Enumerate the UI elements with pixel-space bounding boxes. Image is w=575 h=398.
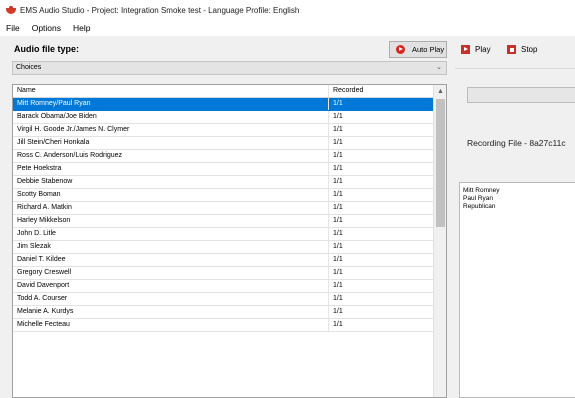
table-row[interactable]: Jim Slezak 1/1 bbox=[13, 241, 434, 254]
table-row[interactable]: Virgil H. Goode Jr./James N. Clymer 1/1 bbox=[13, 124, 434, 137]
cell-name: Scotty Boman bbox=[13, 189, 329, 201]
table-row[interactable]: Mitt Romney/Paul Ryan 1/1 bbox=[13, 98, 434, 111]
cell-name: Todd A. Courser bbox=[13, 293, 329, 305]
cell-recorded: 1/1 bbox=[333, 269, 343, 276]
column-header-name[interactable]: Name bbox=[13, 85, 329, 97]
cell-recorded: 1/1 bbox=[333, 217, 343, 224]
cell-recorded: 1/1 bbox=[333, 165, 343, 172]
script-line: Republican bbox=[463, 203, 496, 210]
audio-type-label: Audio file type: bbox=[14, 44, 79, 54]
table-row[interactable]: Scotty Boman 1/1 bbox=[13, 189, 434, 202]
chevron-down-icon: ⌄ bbox=[436, 64, 442, 71]
table-row[interactable]: Ross C. Anderson/Luis Rodriguez 1/1 bbox=[13, 150, 434, 163]
menu-file[interactable]: File bbox=[6, 23, 20, 33]
grid-header: Name Recorded bbox=[13, 85, 434, 98]
play-button[interactable]: Play bbox=[461, 41, 491, 58]
cell-name: Richard A. Matkin bbox=[13, 202, 329, 214]
table-row[interactable]: Pete Hoekstra 1/1 bbox=[13, 163, 434, 176]
audio-type-selected-value: Choices bbox=[16, 64, 42, 71]
app-logo-icon bbox=[6, 6, 16, 14]
cell-recorded: 1/1 bbox=[333, 282, 343, 289]
cell-name: David Davenport bbox=[13, 280, 329, 292]
audio-type-select[interactable]: Choices ⌄ bbox=[12, 61, 447, 75]
menu-options[interactable]: Options bbox=[32, 23, 61, 33]
cell-name: Gregory Creswell bbox=[13, 267, 329, 279]
cell-recorded: 1/1 bbox=[333, 191, 343, 198]
auto-play-icon bbox=[396, 45, 405, 54]
title-bar: EMS Audio Studio - Project: Integration … bbox=[0, 0, 575, 20]
cell-name: John D. Litle bbox=[13, 228, 329, 240]
table-row[interactable]: Michelle Fecteau 1/1 bbox=[13, 319, 434, 332]
table-row[interactable]: Richard A. Matkin 1/1 bbox=[13, 202, 434, 215]
cell-recorded: 1/1 bbox=[333, 126, 343, 133]
script-line: Mitt Romney bbox=[463, 187, 500, 194]
menu-bar: File Options Help bbox=[0, 20, 575, 36]
table-row[interactable]: Debbie Stabenow 1/1 bbox=[13, 176, 434, 189]
column-header-recorded[interactable]: Recorded bbox=[329, 85, 434, 97]
cell-name: Barack Obama/Joe Biden bbox=[13, 111, 329, 123]
cell-name: Mitt Romney/Paul Ryan bbox=[13, 98, 329, 110]
cell-recorded: 1/1 bbox=[333, 204, 343, 211]
cell-name: Harley Mikkelson bbox=[13, 215, 329, 227]
script-line: Paul Ryan bbox=[463, 195, 493, 202]
stop-icon bbox=[507, 45, 516, 54]
auto-play-label: Auto Play bbox=[412, 45, 445, 54]
cell-name: Pete Hoekstra bbox=[13, 163, 329, 175]
grid-rows: Mitt Romney/Paul Ryan 1/1 Barack Obama/Joe… bbox=[13, 98, 434, 332]
table-row[interactable]: Barack Obama/Joe Biden 1/1 bbox=[13, 111, 434, 124]
playback-progress-bar bbox=[467, 87, 575, 103]
cell-recorded: 1/1 bbox=[333, 308, 343, 315]
cell-recorded: 1/1 bbox=[333, 243, 343, 250]
cell-recorded: 1/1 bbox=[333, 139, 343, 146]
table-row[interactable]: David Davenport 1/1 bbox=[13, 280, 434, 293]
play-icon bbox=[461, 45, 470, 54]
cell-recorded: 1/1 bbox=[333, 295, 343, 302]
auto-play-button[interactable]: Auto Play bbox=[389, 41, 447, 58]
cell-name: Daniel T. Kildee bbox=[13, 254, 329, 266]
table-row[interactable]: Todd A. Courser 1/1 bbox=[13, 293, 434, 306]
cell-recorded: 1/1 bbox=[333, 178, 343, 185]
cell-name: Virgil H. Goode Jr./James N. Clymer bbox=[13, 124, 329, 136]
cell-name: Ross C. Anderson/Luis Rodriguez bbox=[13, 150, 329, 162]
recording-file-label: Recording File - 8a27c11c bbox=[467, 138, 566, 148]
table-row[interactable]: Gregory Creswell 1/1 bbox=[13, 267, 434, 280]
table-row[interactable]: Jill Stein/Cheri Honkala 1/1 bbox=[13, 137, 434, 150]
audio-file-grid: Name Recorded Mitt Romney/Paul Ryan 1/1 Ba… bbox=[12, 84, 447, 398]
play-label: Play bbox=[475, 45, 491, 54]
window-title: EMS Audio Studio - Project: Integration … bbox=[20, 5, 300, 15]
cell-name: Jim Slezak bbox=[13, 241, 329, 253]
cell-recorded: 1/1 bbox=[333, 321, 343, 328]
cell-recorded: 1/1 bbox=[333, 100, 343, 107]
scrollbar-thumb[interactable] bbox=[436, 99, 445, 227]
scroll-up-arrow-icon[interactable]: ▲ bbox=[434, 85, 446, 98]
cell-name: Michelle Fecteau bbox=[13, 319, 329, 331]
cell-name: Jill Stein/Cheri Honkala bbox=[13, 137, 329, 149]
cell-recorded: 1/1 bbox=[333, 230, 343, 237]
player-panel: Play Stop Recording File - 8a27c11c Mitt… bbox=[455, 39, 575, 398]
cell-recorded: 1/1 bbox=[333, 152, 343, 159]
stop-button[interactable]: Stop bbox=[507, 41, 537, 58]
cell-recorded: 1/1 bbox=[333, 113, 343, 120]
cell-name: Melanie A. Kurdys bbox=[13, 306, 329, 318]
audio-files-panel: Audio file type: Auto Play Choices ⌄ Nam… bbox=[10, 39, 447, 398]
table-row[interactable]: John D. Litle 1/1 bbox=[13, 228, 434, 241]
script-text-box[interactable]: Mitt Romney Paul Ryan Republican bbox=[459, 182, 575, 398]
cell-name: Debbie Stabenow bbox=[13, 176, 329, 188]
vertical-scrollbar[interactable]: ▲ bbox=[433, 85, 446, 397]
audio-panel-header: Audio file type: Auto Play bbox=[10, 39, 447, 59]
table-row[interactable]: Melanie A. Kurdys 1/1 bbox=[13, 306, 434, 319]
toolbar-divider bbox=[455, 68, 575, 69]
table-row[interactable]: Daniel T. Kildee 1/1 bbox=[13, 254, 434, 267]
menu-help[interactable]: Help bbox=[73, 23, 90, 33]
cell-recorded: 1/1 bbox=[333, 256, 343, 263]
stop-label: Stop bbox=[521, 45, 538, 54]
table-row[interactable]: Harley Mikkelson 1/1 bbox=[13, 215, 434, 228]
